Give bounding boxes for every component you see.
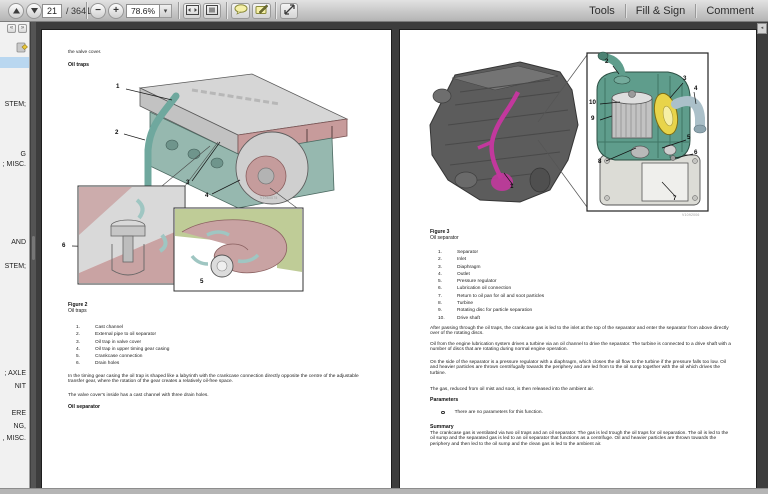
figure-callout: 2 [115, 129, 119, 136]
scrolling-mode-button[interactable] [183, 3, 201, 19]
figure-callout: 3 [683, 75, 687, 82]
previous-page-button[interactable] [8, 3, 24, 19]
figure-callout: 5 [687, 134, 691, 141]
fill-sign-button[interactable]: Fill & Sign [626, 5, 696, 17]
figure-callout: 4 [694, 85, 698, 92]
plus-icon: + [113, 5, 119, 16]
figure-callout: 1 [116, 83, 120, 90]
section-heading: Oil traps [68, 62, 90, 68]
figure-callout: 4 [205, 192, 209, 199]
figure-id: V1092006 [682, 213, 700, 217]
bookmark-item[interactable]: NIT [15, 383, 26, 390]
speech-bubble-icon [234, 2, 248, 20]
toolbar-separator [226, 2, 227, 19]
body-text: The valve cover's inside has a cast chan… [68, 393, 209, 398]
bookmark-item[interactable]: G [21, 151, 26, 158]
panel-collapse-button[interactable]: « [7, 24, 16, 33]
body-text: The crankcase gas is ventilated via two … [430, 431, 729, 447]
minus-icon: − [95, 5, 101, 16]
parameters-bullet: There are no parameters for this functio… [436, 410, 726, 415]
fit-width-icon [185, 2, 199, 20]
section-heading: Oil separator [68, 404, 101, 410]
single-page-mode-button[interactable] [203, 3, 221, 19]
figure-callout: 9 [591, 115, 595, 122]
bookmark-selected[interactable] [0, 57, 29, 68]
toolbar-separator [275, 2, 276, 19]
next-page-button[interactable] [26, 3, 42, 19]
figure-callout: 3 [186, 179, 190, 186]
fit-page-icon [206, 2, 218, 20]
figure-callout: 8 [598, 158, 602, 165]
body-text: After passing through the oil traps, the… [430, 326, 729, 337]
panel-splitter[interactable] [30, 22, 36, 488]
figure-subcaption: Oil separator [430, 235, 459, 242]
arrow-up-icon [12, 2, 21, 20]
bookmark-item[interactable]: STEM; [5, 101, 26, 108]
bullet-icon [441, 410, 445, 415]
figure-caption: Figure 3 Oil separator [430, 229, 459, 242]
fill-sign-tool-button[interactable] [252, 3, 271, 19]
toolbar-separator [178, 2, 179, 19]
bookmark-item[interactable]: , MISC. [3, 435, 26, 442]
bookmark-item[interactable]: ERE [12, 410, 26, 417]
figure-id: V1060075 [260, 196, 278, 200]
zoom-out-button[interactable]: − [90, 3, 106, 19]
bookmark-item[interactable]: NG, [14, 423, 26, 430]
tools-pane-toggle-button[interactable]: ◂ [757, 23, 767, 34]
expand-arrows-icon [283, 2, 295, 20]
figure-callout: 6 [694, 149, 698, 156]
bookmark-item[interactable]: ; AXLE [5, 370, 26, 377]
figure-callout: 10 [589, 99, 596, 106]
zoom-dropdown-button[interactable]: ▾ [160, 4, 172, 18]
body-text: Oil from the engine lubrication system d… [430, 342, 731, 353]
page-left: 1 2 3 4 5 6 V1060075 the valve cover. Oi… [42, 30, 391, 488]
arrow-down-icon [30, 2, 39, 20]
pdf-viewer-window: / 3641 − + 78.6% ▾ [0, 0, 768, 494]
tools-button[interactable]: Tools [579, 5, 625, 17]
section-heading: Summary [430, 424, 454, 430]
figure-subcaption: Oil traps [68, 308, 87, 315]
figure-callout: 2 [605, 58, 609, 65]
section-heading: Parameters [430, 397, 459, 403]
comment-button[interactable]: Comment [696, 5, 764, 17]
figure-callout: 5 [200, 278, 204, 285]
signature-pen-icon [255, 2, 269, 20]
body-text: The gas, reduced from oil mist and soot,… [430, 387, 594, 392]
body-text: In the timing gear casing the oil trap i… [68, 374, 359, 385]
toolbar-separator [86, 2, 87, 19]
bookmarks-panel: « » STEM; G ; MISC. AND STEM; ; AXLE NIT… [0, 22, 30, 488]
page-total-label: / 3641 [66, 6, 92, 16]
comment-annotation-button[interactable] [231, 3, 250, 19]
chevron-left-icon: ◂ [760, 25, 764, 31]
figure-callout: 1 [510, 183, 514, 190]
figure-callout: 6 [62, 242, 66, 249]
figure-callout: 7 [673, 195, 677, 202]
page-right: 1 2 3 4 5 6 7 8 9 10 V1092006 Figure 3 O… [400, 30, 756, 488]
bookmark-item[interactable]: AND [11, 239, 26, 246]
zoom-in-button[interactable]: + [108, 3, 124, 19]
figure-legend-list: 1. Cast channel 2. External pipe to oil se… [76, 325, 170, 367]
body-text: On the side of the separator is a pressu… [430, 360, 726, 376]
toolbar-right-group: Tools Fill & Sign Comment [579, 0, 764, 22]
zoom-level-value[interactable]: 78.6% [126, 4, 160, 18]
bookmark-item[interactable]: STEM; [5, 263, 26, 270]
toolbar: / 3641 − + 78.6% ▾ [0, 0, 768, 22]
figure-caption: Figure 2 Oil traps [68, 302, 87, 315]
chevron-down-icon: ▾ [163, 8, 168, 15]
fullscreen-button[interactable] [280, 3, 298, 19]
bookmark-item[interactable]: ; MISC. [3, 161, 26, 168]
panel-expand-button[interactable]: » [18, 24, 27, 33]
page-number-input[interactable] [42, 4, 62, 18]
horizontal-scrollbar[interactable] [0, 488, 768, 494]
body-text: the valve cover. [68, 50, 102, 55]
figure-legend-list: 1. Separator 2. Inlet 3. Diaphragm 4. Outlet… [438, 250, 545, 321]
oil-traps-figure [71, 73, 349, 292]
bookmark-options-icon[interactable] [16, 40, 28, 58]
splitter-grip-icon [32, 236, 35, 260]
